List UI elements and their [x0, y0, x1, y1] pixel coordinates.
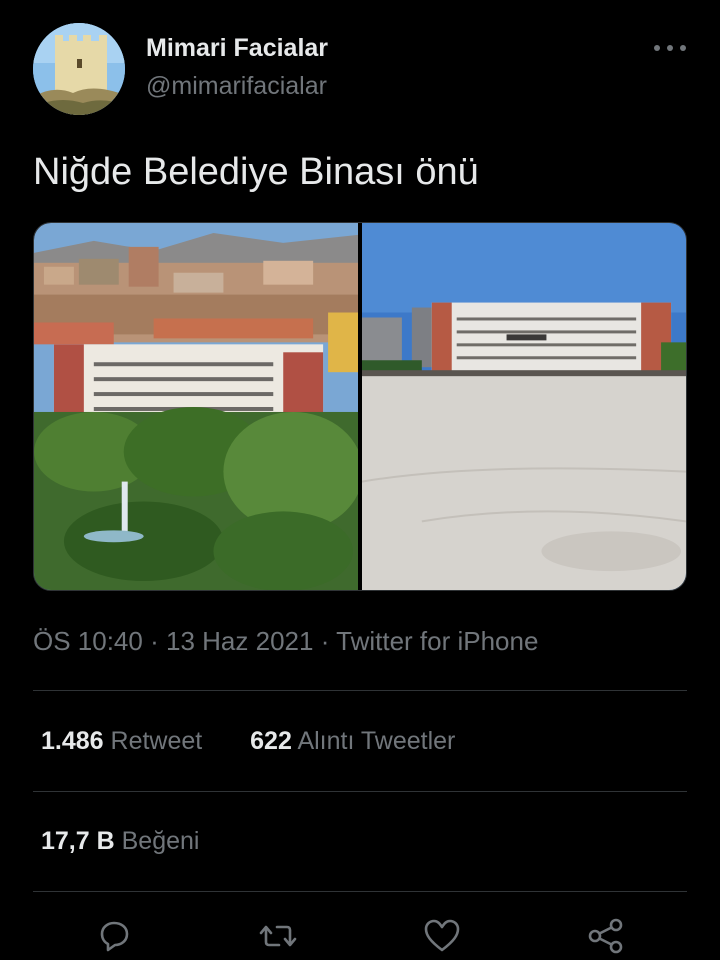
action-bar — [0, 912, 720, 960]
divider — [33, 891, 687, 892]
divider — [33, 791, 687, 792]
heart-icon — [424, 919, 460, 952]
like-button[interactable] — [422, 916, 462, 956]
retweet-icon — [259, 925, 297, 947]
share-icon — [588, 918, 623, 954]
tweet-source[interactable]: Twitter for iPhone — [336, 626, 538, 656]
reply-button[interactable] — [94, 916, 134, 956]
divider — [33, 690, 687, 691]
share-button[interactable] — [586, 916, 626, 956]
tweet-date[interactable]: 13 Haz 2021 — [166, 626, 313, 656]
like-count[interactable]: 17,7 B Beğeni — [41, 824, 199, 858]
photo-after[interactable] — [362, 223, 686, 590]
photo-empty-plaza — [362, 223, 686, 590]
tweet-text: Niğde Belediye Binası önü — [33, 151, 479, 193]
retweet-button[interactable] — [258, 916, 298, 956]
more-horizontal-icon — [654, 45, 660, 51]
reply-icon — [100, 921, 129, 952]
user-handle[interactable]: @mimarifacialar — [146, 70, 328, 102]
engagement-stats: 1.486 Retweet 622 Alıntı Tweetler — [41, 724, 455, 758]
tweet-media[interactable] — [33, 222, 687, 591]
meta-separator: · — [320, 626, 330, 656]
photo-before[interactable] — [34, 223, 358, 590]
photo-park-building — [34, 223, 358, 590]
meta-separator: · — [150, 626, 159, 656]
display-name[interactable]: Mimari Facialar — [146, 32, 328, 64]
retweet-count[interactable]: 1.486 Retweet — [41, 727, 202, 755]
more-options-button[interactable] — [654, 40, 686, 56]
avatar-castle-image — [33, 23, 125, 115]
tweet-meta: ÖS 10:40 · 13 Haz 2021 · Twitter for iPh… — [33, 624, 538, 658]
quote-count[interactable]: 622 Alıntı Tweetler — [250, 727, 455, 755]
tweet-header: Mimari Facialar @mimarifacialar — [0, 0, 720, 130]
tweet-time[interactable]: ÖS 10:40 — [33, 626, 143, 656]
avatar[interactable] — [33, 23, 125, 115]
